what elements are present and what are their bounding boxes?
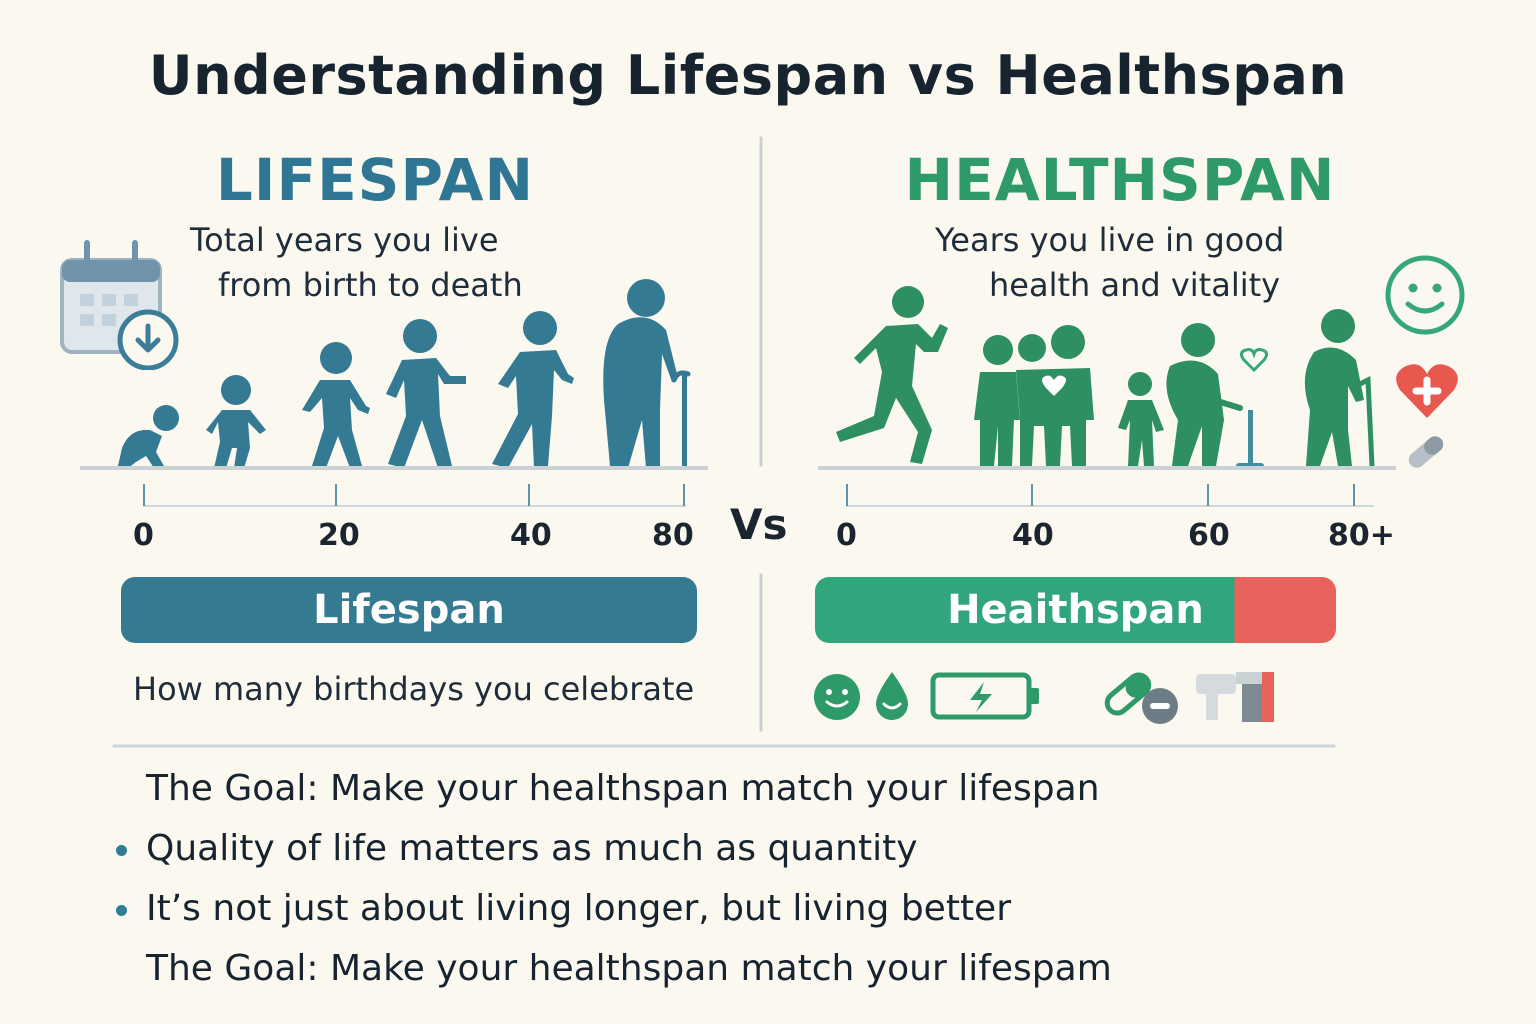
heart-plus-icon bbox=[1396, 364, 1458, 418]
water-drop-icon bbox=[876, 672, 908, 720]
runner-figure bbox=[836, 286, 948, 464]
page-title: Understanding Lifespan vs Healthspan bbox=[148, 44, 1348, 107]
section-divider bbox=[112, 744, 1336, 748]
goal-statement-repeat: The Goal: Make your healthspan match you… bbox=[146, 948, 1112, 989]
smiley-face-icon bbox=[814, 674, 860, 720]
center-divider bbox=[759, 136, 763, 732]
healthspan-description-line1: Years you live in good bbox=[935, 221, 1285, 259]
healthspan-heading: HEALTHSPAN bbox=[904, 146, 1336, 214]
lifespan-timeline-axis bbox=[80, 466, 708, 507]
family-figure bbox=[974, 325, 1094, 466]
lifespan-bar: Lifespan bbox=[121, 577, 697, 643]
healthspan-timeline-axis bbox=[818, 466, 1396, 507]
healthspan-tick-label: 60 bbox=[1188, 518, 1230, 553]
battery-icon bbox=[930, 672, 1039, 720]
bullet-item: It’s not just about living longer, but l… bbox=[146, 888, 1012, 929]
healthspan-bar: Heaithspan bbox=[815, 577, 1336, 643]
lifespan-caption: How many birthdays you celebrate bbox=[133, 670, 695, 708]
vs-label: Vs bbox=[730, 500, 788, 549]
healthspan-tick-label: 0 bbox=[836, 518, 857, 553]
lifespan-heading: LIFESPAN bbox=[215, 146, 535, 214]
healthspan-bar-label: Heaithspan bbox=[947, 587, 1204, 633]
toddler-figure bbox=[206, 375, 266, 468]
healthspan-tick-label: 80+ bbox=[1328, 518, 1395, 553]
bullet-icon bbox=[116, 845, 127, 856]
lifespan-tick-label: 40 bbox=[510, 518, 552, 553]
teen-figure bbox=[386, 319, 466, 468]
baby-figure bbox=[118, 405, 179, 468]
mobility-aid-icon bbox=[1196, 672, 1274, 722]
pill-minus-icon bbox=[1104, 672, 1178, 724]
bullet-icon bbox=[116, 905, 127, 916]
adult-figure bbox=[492, 311, 574, 468]
goal-statement: The Goal: Make your healthspan match you… bbox=[146, 768, 1100, 809]
lifespan-tick-label: 0 bbox=[133, 518, 154, 553]
lifespan-description-line1: Total years you live bbox=[190, 221, 499, 259]
lifespan-tick-label: 20 bbox=[318, 518, 360, 553]
caregiver-figure bbox=[1166, 323, 1243, 466]
child-figure bbox=[1118, 372, 1164, 466]
healthspan-tick-label: 40 bbox=[1012, 518, 1054, 553]
lifespan-aging-figures bbox=[118, 279, 691, 468]
lifespan-tick-label: 80 bbox=[652, 518, 694, 553]
healthspan-active-figures bbox=[836, 286, 1375, 469]
elder-figure bbox=[603, 279, 691, 468]
child-figure bbox=[302, 342, 370, 468]
elder-figure bbox=[1304, 309, 1375, 467]
bullet-item: Quality of life matters as much as quant… bbox=[146, 828, 918, 869]
